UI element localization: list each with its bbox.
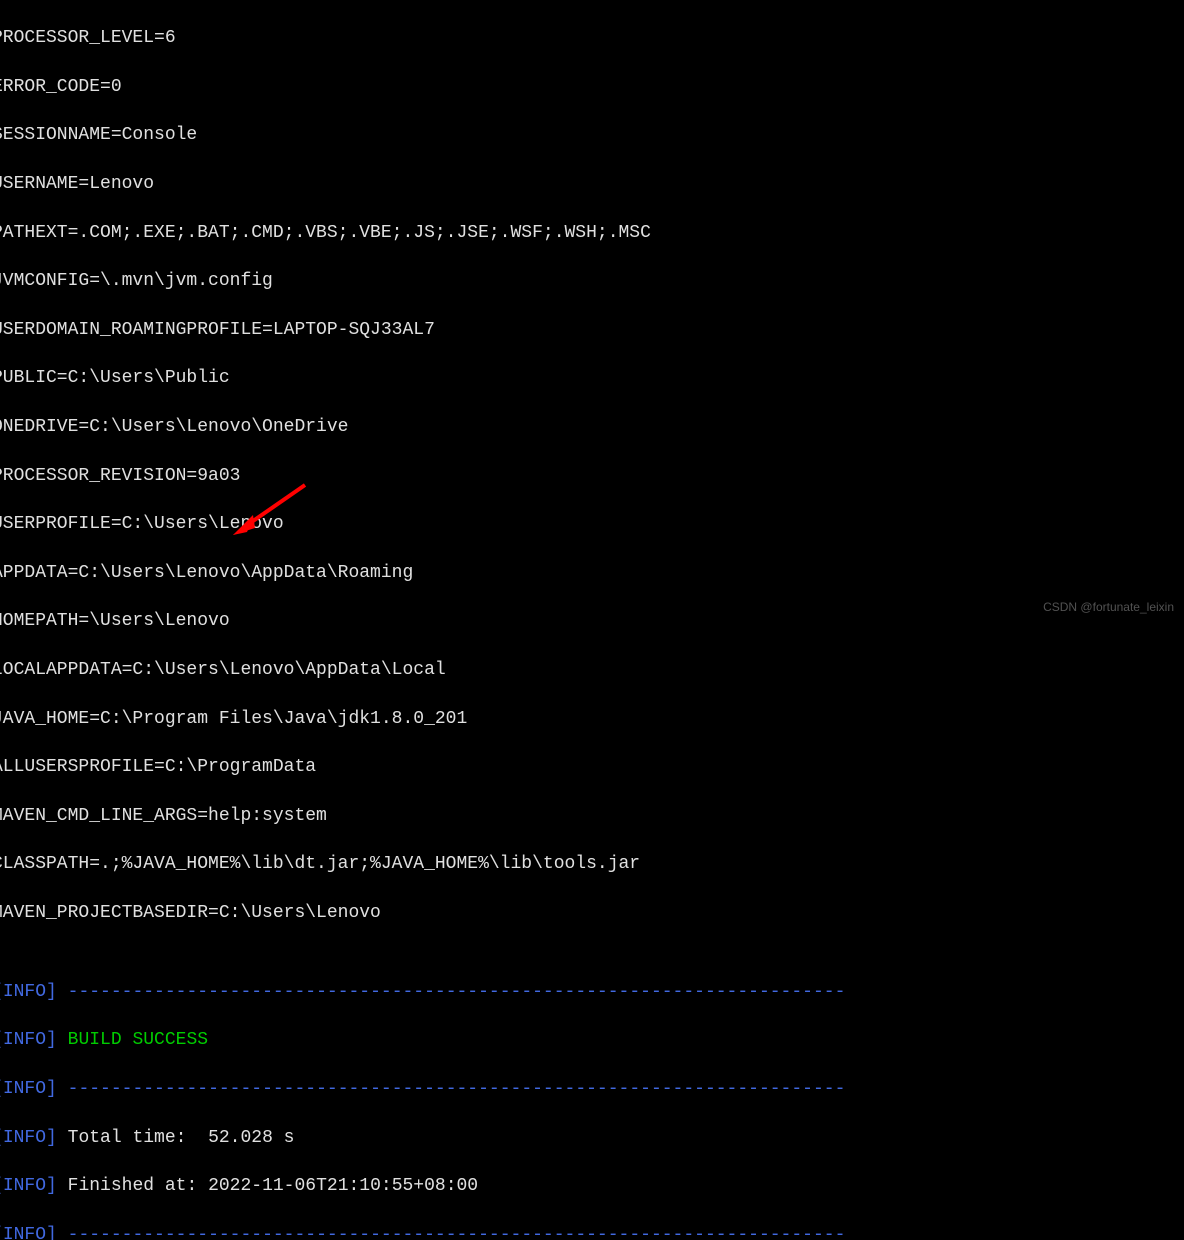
- env-var-line: JAVA_HOME=C:\Program Files\Java\jdk1.8.0…: [0, 707, 1184, 731]
- env-var-line: LOCALAPPDATA=C:\Users\Lenovo\AppData\Loc…: [0, 658, 1184, 682]
- info-finished-at-line: [INFO] Finished at: 2022-11-06T21:10:55+…: [0, 1174, 1184, 1198]
- env-var-line: MAVEN_CMD_LINE_ARGS=help:system: [0, 804, 1184, 828]
- env-var-line: PATHEXT=.COM;.EXE;.BAT;.CMD;.VBS;.VBE;.J…: [0, 221, 1184, 245]
- env-var-line: PUBLIC=C:\Users\Public: [0, 366, 1184, 390]
- env-var-line: PROCESSOR_REVISION=9a03: [0, 464, 1184, 488]
- info-separator-line: [INFO] ---------------------------------…: [0, 1223, 1184, 1240]
- env-var-line: ONEDRIVE=C:\Users\Lenovo\OneDrive: [0, 415, 1184, 439]
- env-var-line: ERROR_CODE=0: [0, 75, 1184, 99]
- env-var-line: CLASSPATH=.;%JAVA_HOME%\lib\dt.jar;%JAVA…: [0, 852, 1184, 876]
- info-total-time-line: [INFO] Total time: 52.028 s: [0, 1126, 1184, 1150]
- info-separator-line: [INFO] ---------------------------------…: [0, 1077, 1184, 1101]
- env-var-line: PROCESSOR_LEVEL=6: [0, 26, 1184, 50]
- terminal-output: PROCESSOR_LEVEL=6 ERROR_CODE=0 SESSIONNA…: [0, 2, 1184, 1240]
- env-var-line: SESSIONNAME=Console: [0, 123, 1184, 147]
- env-var-line: ALLUSERSPROFILE=C:\ProgramData: [0, 755, 1184, 779]
- env-var-line: JVMCONFIG=\.mvn\jvm.config: [0, 269, 1184, 293]
- env-var-line: USERNAME=Lenovo: [0, 172, 1184, 196]
- env-var-line: HOMEPATH=\Users\Lenovo: [0, 609, 1184, 633]
- info-separator-line: [INFO] ---------------------------------…: [0, 980, 1184, 1004]
- env-var-line: MAVEN_PROJECTBASEDIR=C:\Users\Lenovo: [0, 901, 1184, 925]
- info-build-success-line: [INFO] BUILD SUCCESS: [0, 1028, 1184, 1052]
- env-var-line: USERDOMAIN_ROAMINGPROFILE=LAPTOP-SQJ33AL…: [0, 318, 1184, 342]
- watermark-text: CSDN @fortunate_leixin: [1043, 599, 1174, 615]
- env-var-line: USERPROFILE=C:\Users\Lenovo: [0, 512, 1184, 536]
- env-var-line: APPDATA=C:\Users\Lenovo\AppData\Roaming: [0, 561, 1184, 585]
